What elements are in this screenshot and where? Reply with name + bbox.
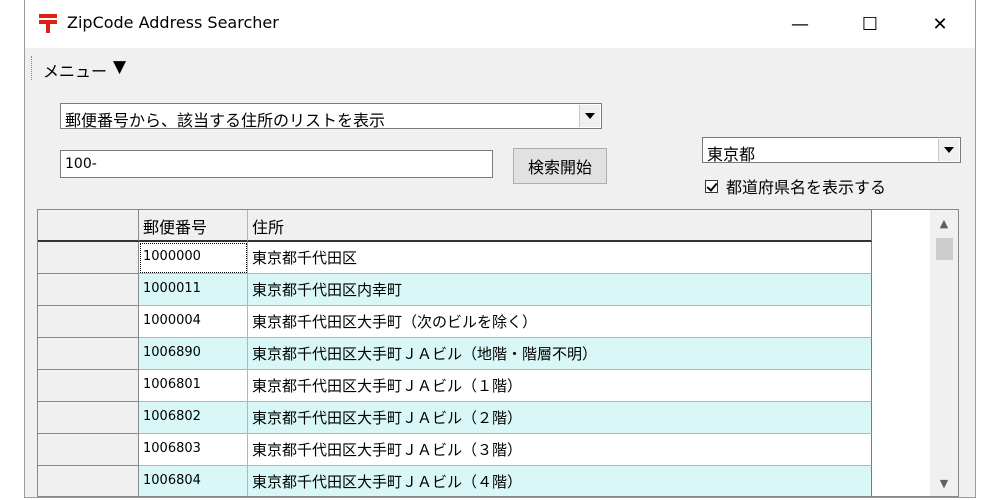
- prefecture-dropdown-button[interactable]: [938, 139, 959, 161]
- search-start-button[interactable]: 検索開始: [513, 148, 607, 184]
- scroll-up-icon[interactable]: ▲: [930, 212, 958, 234]
- table-row[interactable]: 1000004 東京都千代田区大手町（次のビルを除く）: [38, 306, 872, 338]
- checkmark-icon: [706, 179, 718, 192]
- vertical-scrollbar[interactable]: ▲ ▼: [930, 210, 958, 496]
- show-prefecture-option[interactable]: 都道府県名を表示する: [705, 174, 886, 198]
- zipcode-cell[interactable]: 1000000: [139, 242, 248, 274]
- zipcode-cell[interactable]: 1006802: [139, 402, 248, 434]
- zipcode-cell[interactable]: 1000004: [139, 306, 248, 338]
- maximize-button[interactable]: ☐: [835, 0, 905, 48]
- table-row[interactable]: 1000011 東京都千代田区内幸町: [38, 274, 872, 306]
- show-prefecture-checkbox[interactable]: [705, 179, 718, 193]
- show-prefecture-label: 都道府県名を表示する: [726, 178, 887, 197]
- title-bar[interactable]: ZipCode Address Searcher — ☐ ✕: [25, 0, 975, 48]
- menu-dropdown-arrow-icon[interactable]: ▼: [113, 57, 126, 77]
- zipcode-cell[interactable]: 1006804: [139, 466, 248, 496]
- zipcode-cell[interactable]: 1006890: [139, 338, 248, 370]
- table-row[interactable]: 1006803 東京都千代田区大手町ＪＡビル（３階）: [38, 434, 872, 466]
- zipcode-input[interactable]: 100-: [60, 150, 493, 178]
- zipcode-cell[interactable]: 1006801: [139, 370, 248, 402]
- row-header-cell[interactable]: [38, 466, 139, 496]
- address-cell[interactable]: 東京都千代田区大手町ＪＡビル（２階）: [248, 402, 872, 434]
- menu-item-menu[interactable]: メニュー: [43, 58, 107, 82]
- row-header-cell[interactable]: [38, 306, 139, 338]
- chevron-down-icon: [585, 113, 595, 119]
- address-cell[interactable]: 東京都千代田区大手町ＪＡビル（地階・階層不明）: [248, 338, 872, 370]
- row-header-cell[interactable]: [38, 242, 139, 274]
- row-header-cell[interactable]: [38, 370, 139, 402]
- postal-mark-icon: [39, 14, 57, 33]
- address-cell[interactable]: 東京都千代田区大手町ＪＡビル（３階）: [248, 434, 872, 466]
- zipcode-cell[interactable]: 1000011: [139, 274, 248, 306]
- window-title: ZipCode Address Searcher: [67, 13, 279, 32]
- address-cell[interactable]: 東京都千代田区: [248, 242, 872, 274]
- table-row[interactable]: 1006890 東京都千代田区大手町ＪＡビル（地階・階層不明）: [38, 338, 872, 370]
- table-row[interactable]: 1006801 東京都千代田区大手町ＪＡビル（１階）: [38, 370, 872, 402]
- main-window: ZipCode Address Searcher — ☐ ✕ メニュー ▼ 郵便…: [24, 0, 976, 498]
- prefecture-select[interactable]: 東京都: [702, 137, 961, 164]
- scrollbar-thumb[interactable]: [936, 238, 953, 260]
- zipcode-cell[interactable]: 1006803: [139, 434, 248, 466]
- scroll-down-icon[interactable]: ▼: [930, 472, 958, 494]
- corner-header-cell[interactable]: [38, 210, 139, 242]
- address-cell[interactable]: 東京都千代田区大手町ＪＡビル（４階）: [248, 466, 872, 496]
- row-header-cell[interactable]: [38, 338, 139, 370]
- search-mode-select[interactable]: 郵便番号から、該当する住所のリストを表示: [60, 103, 602, 130]
- column-header-address[interactable]: 住所: [248, 210, 872, 242]
- zipcode-input-value: 100-: [65, 156, 97, 172]
- column-header-zipcode[interactable]: 郵便番号: [139, 210, 248, 242]
- minimize-button[interactable]: —: [765, 0, 835, 48]
- close-button[interactable]: ✕: [905, 0, 975, 48]
- table-row[interactable]: 1006804 東京都千代田区大手町ＪＡビル（４階）: [38, 466, 872, 496]
- chevron-down-icon: [944, 147, 954, 153]
- menu-bar: メニュー ▼: [25, 48, 975, 88]
- address-cell[interactable]: 東京都千代田区大手町（次のビルを除く）: [248, 306, 872, 338]
- search-mode-value: 郵便番号から、該当する住所のリストを表示: [65, 111, 386, 130]
- address-cell[interactable]: 東京都千代田区内幸町: [248, 274, 872, 306]
- prefecture-value: 東京都: [707, 145, 756, 164]
- table-header-row: 郵便番号 住所: [38, 210, 872, 242]
- table-row[interactable]: 1006802 東京都千代田区大手町ＪＡビル（２階）: [38, 402, 872, 434]
- row-header-cell[interactable]: [38, 274, 139, 306]
- table-row[interactable]: 1000000 東京都千代田区: [38, 242, 872, 274]
- results-table[interactable]: 郵便番号 住所 1000000 東京都千代田区 1000011 東京都千代田区内…: [37, 209, 959, 497]
- row-header-cell[interactable]: [38, 402, 139, 434]
- row-header-cell[interactable]: [38, 434, 139, 466]
- toolbar-grip[interactable]: [31, 56, 34, 80]
- search-mode-dropdown-button[interactable]: [579, 105, 600, 127]
- address-cell[interactable]: 東京都千代田区大手町ＪＡビル（１階）: [248, 370, 872, 402]
